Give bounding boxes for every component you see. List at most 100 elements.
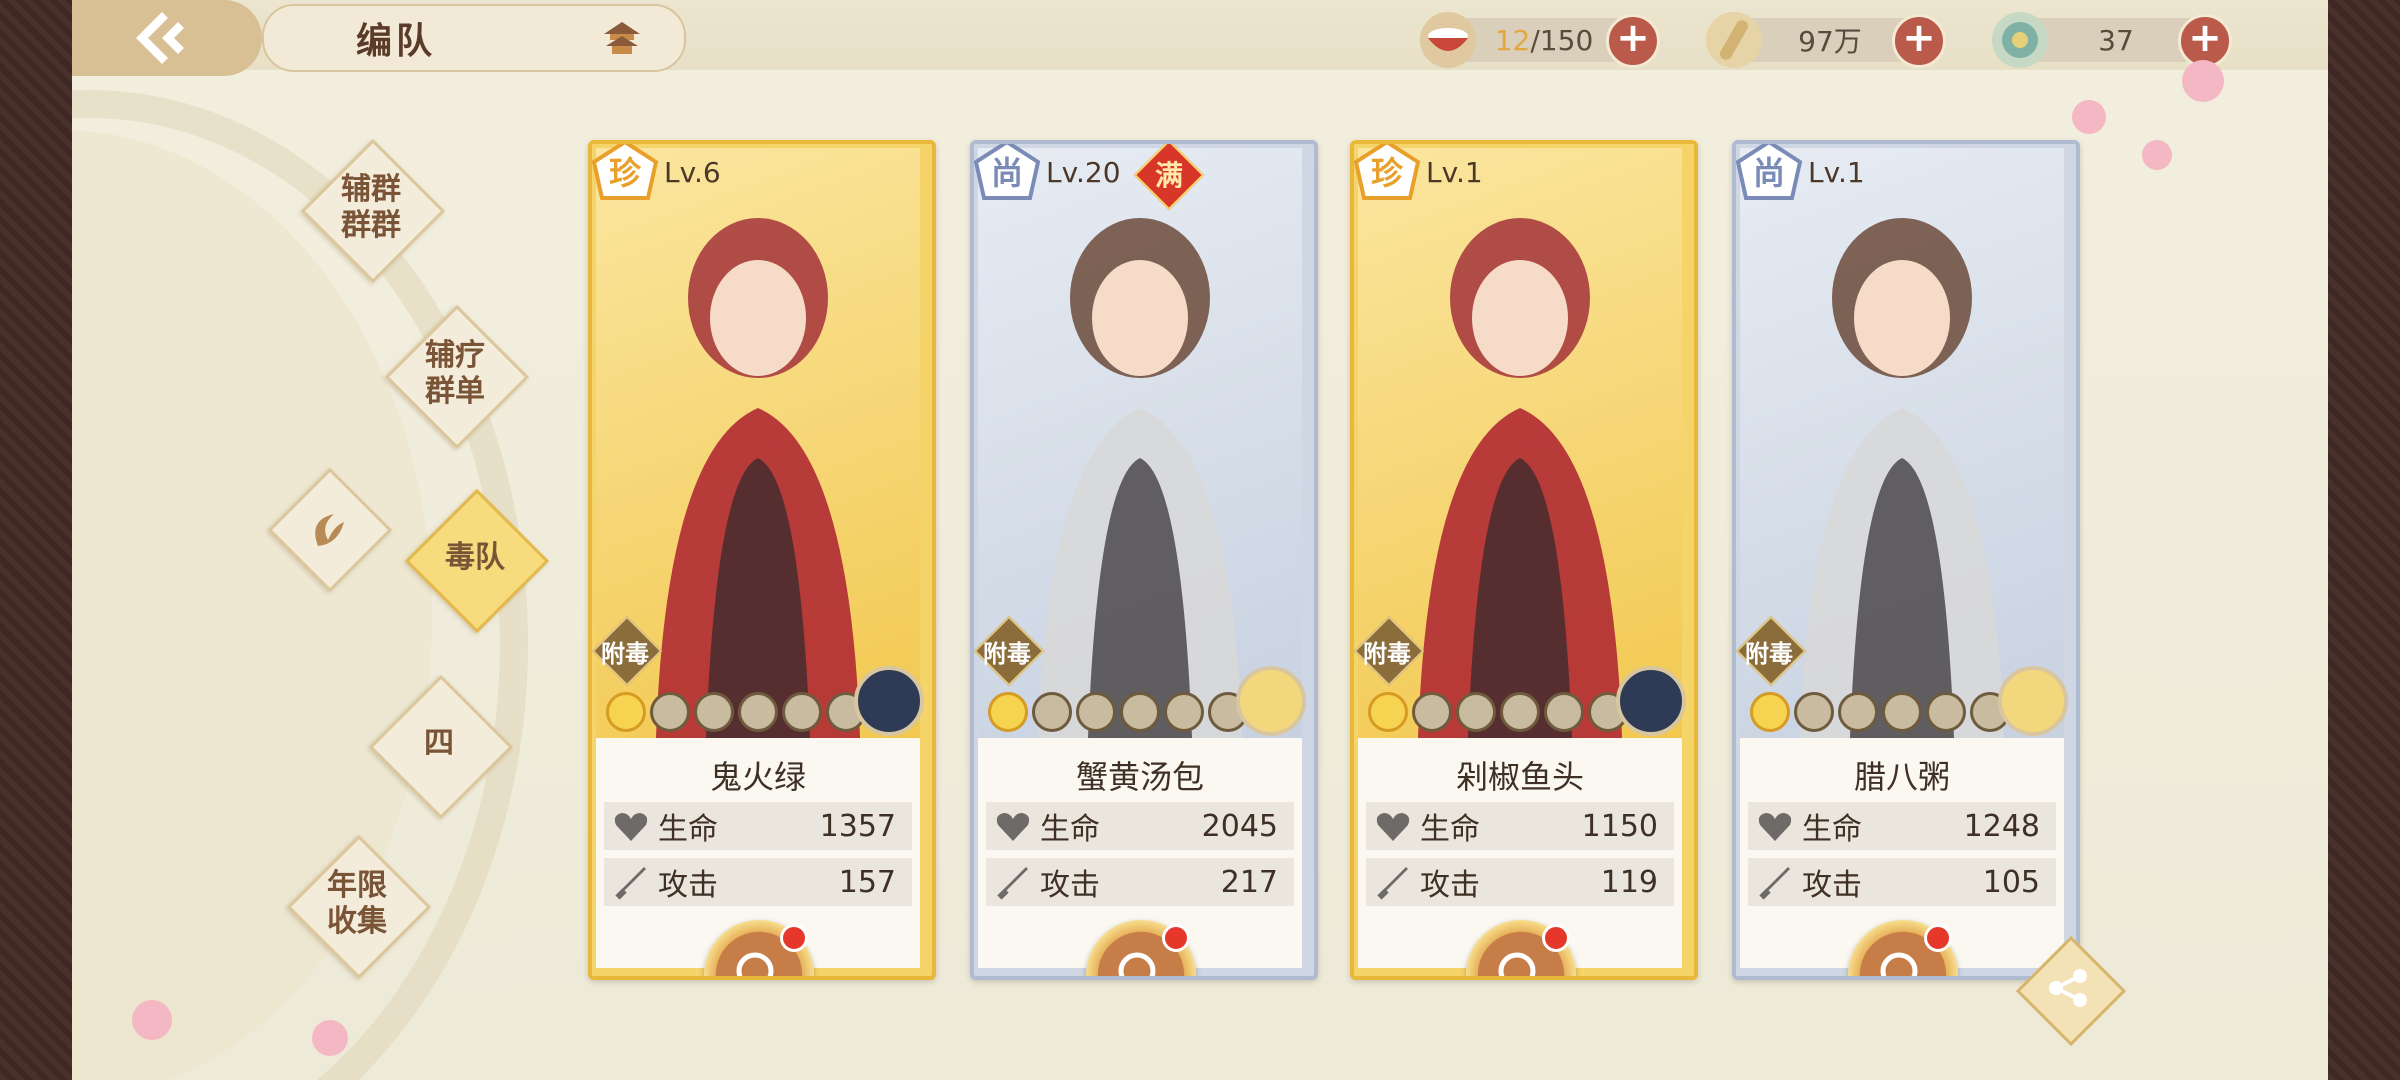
coin-icon bbox=[1706, 12, 1762, 68]
heart-icon bbox=[996, 813, 1030, 841]
hp-row: 生命 1248 bbox=[1748, 802, 2056, 850]
star-icon bbox=[1838, 692, 1878, 732]
star-icon bbox=[1750, 692, 1790, 732]
poison-tag: 附毒 bbox=[1736, 614, 1807, 687]
back-button[interactable] bbox=[72, 0, 262, 76]
left-frame bbox=[0, 0, 72, 1080]
back-arrow-icon bbox=[136, 12, 184, 64]
blossom-decoration bbox=[2142, 140, 2172, 170]
level-label: Lv.1 bbox=[1426, 156, 1483, 189]
magnifier-icon bbox=[1118, 952, 1156, 976]
heart-icon bbox=[1758, 813, 1792, 841]
add-coins-button[interactable]: + bbox=[1892, 14, 1946, 68]
right-frame bbox=[2328, 0, 2400, 1080]
team-slot-5-label: 年限 收集 bbox=[327, 868, 387, 939]
attack-value: 157 bbox=[838, 864, 896, 900]
gem-icon bbox=[1992, 12, 2048, 68]
team-slot-3-label: 毒队 bbox=[445, 540, 505, 575]
attack-row: 攻击 119 bbox=[1366, 858, 1674, 906]
star-icon bbox=[1794, 692, 1834, 732]
attack-label: 攻击 bbox=[1802, 868, 1862, 903]
formation-screen: 编队 12/150 + 97万 + 37 + 辅群 群群 辅疗 群单 毒队 四 … bbox=[72, 0, 2328, 1080]
rarity-badge: 珍 bbox=[592, 144, 660, 202]
team-slot-2-label: 辅疗 群单 bbox=[425, 338, 485, 409]
star-icon bbox=[606, 692, 646, 732]
star-icon bbox=[782, 692, 822, 732]
magnifier-icon bbox=[1880, 952, 1918, 976]
hp-label: 生命 bbox=[1040, 812, 1100, 847]
poison-tag: 附毒 bbox=[1354, 614, 1425, 687]
blossom-decoration bbox=[132, 1000, 172, 1040]
star-icon bbox=[1456, 692, 1496, 732]
character-name: 蟹黄汤包 bbox=[1075, 758, 1204, 796]
team-slot-4-label: 四 bbox=[424, 726, 454, 761]
star-icon bbox=[1032, 692, 1072, 732]
blossom-decoration bbox=[312, 1020, 348, 1056]
hp-value: 2045 bbox=[1201, 808, 1278, 844]
attack-row: 攻击 157 bbox=[604, 858, 912, 906]
hp-value: 1357 bbox=[819, 808, 896, 844]
star-icon bbox=[1368, 692, 1408, 732]
character-card[interactable]: 尚 Lv.1 附毒 腊八粥 生命 1248 攻击 105 bbox=[1732, 140, 2080, 980]
poison-tag-label: 附毒 bbox=[1363, 640, 1411, 668]
heart-icon bbox=[614, 813, 648, 841]
star-icon bbox=[1544, 692, 1584, 732]
attack-row: 攻击 105 bbox=[1748, 858, 2056, 906]
star-icon bbox=[1500, 692, 1540, 732]
star-rating bbox=[606, 692, 866, 732]
coin-resource: 97万 + bbox=[1706, 12, 1946, 68]
star-icon bbox=[1076, 692, 1116, 732]
character-card[interactable]: 珍 Lv.6 附毒 鬼火绿 生命 1357 攻击 157 bbox=[588, 140, 936, 980]
character-name: 鬼火绿 bbox=[709, 758, 806, 796]
add-stamina-button[interactable]: + bbox=[1606, 14, 1660, 68]
star-icon bbox=[1164, 692, 1204, 732]
rarity-label: 珍 bbox=[1370, 154, 1403, 192]
attack-label: 攻击 bbox=[658, 868, 718, 903]
character-name: 剁椒鱼头 bbox=[1455, 758, 1584, 796]
pagoda-icon[interactable] bbox=[602, 20, 642, 56]
stamina-resource: 12/150 + bbox=[1420, 12, 1660, 68]
star-icon bbox=[1120, 692, 1160, 732]
star-icon bbox=[1882, 692, 1922, 732]
rarity-label: 尚 bbox=[990, 154, 1023, 192]
character-card[interactable]: 尚 Lv.20 满 附毒 蟹黄汤包 生命 2045 攻击 217 bbox=[970, 140, 1318, 980]
rarity-label: 尚 bbox=[1752, 154, 1785, 192]
poison-tag-label: 附毒 bbox=[601, 640, 649, 668]
hp-row: 生命 1150 bbox=[1366, 802, 1674, 850]
sword-icon bbox=[615, 867, 646, 900]
attack-row: 攻击 217 bbox=[986, 858, 1294, 906]
stamina-current: 12 bbox=[1494, 23, 1531, 57]
rarity-badge: 珍 bbox=[1354, 144, 1422, 202]
notification-dot bbox=[1542, 924, 1570, 952]
gem-value: 37 bbox=[2098, 23, 2134, 57]
notification-dot bbox=[780, 924, 808, 952]
poison-tag: 附毒 bbox=[592, 614, 663, 687]
rarity-badge: 尚 bbox=[1736, 144, 1804, 202]
blossom-decoration bbox=[2072, 100, 2106, 134]
hp-label: 生命 bbox=[1802, 812, 1862, 847]
star-icon bbox=[738, 692, 778, 732]
hp-value: 1150 bbox=[1581, 808, 1658, 844]
element-flower-icon bbox=[1998, 666, 2068, 736]
coin-value: 97万 bbox=[1798, 25, 1862, 58]
attack-value: 105 bbox=[1982, 864, 2040, 900]
star-icon bbox=[650, 692, 690, 732]
level-label: Lv.20 bbox=[1046, 156, 1121, 189]
title-pill: 编队 bbox=[262, 4, 686, 72]
share-icon bbox=[2049, 969, 2087, 1007]
element-flower-icon bbox=[1236, 666, 1306, 736]
star-icon bbox=[1926, 692, 1966, 732]
poison-tag: 附毒 bbox=[974, 614, 1045, 687]
character-card[interactable]: 珍 Lv.1 附毒 剁椒鱼头 生命 1150 攻击 119 bbox=[1350, 140, 1698, 980]
hp-row: 生命 2045 bbox=[986, 802, 1294, 850]
gem-resource: 37 + bbox=[1992, 12, 2232, 68]
rarity-label: 珍 bbox=[608, 154, 641, 192]
level-label: Lv.1 bbox=[1808, 156, 1865, 189]
magnifier-icon bbox=[1498, 952, 1536, 976]
blossom-decoration bbox=[2182, 60, 2224, 102]
star-rating bbox=[988, 692, 1248, 732]
star-rating bbox=[1750, 692, 2010, 732]
character-name: 腊八粥 bbox=[1853, 758, 1950, 796]
attack-value: 217 bbox=[1220, 864, 1278, 900]
rarity-badge: 尚 bbox=[974, 144, 1042, 202]
